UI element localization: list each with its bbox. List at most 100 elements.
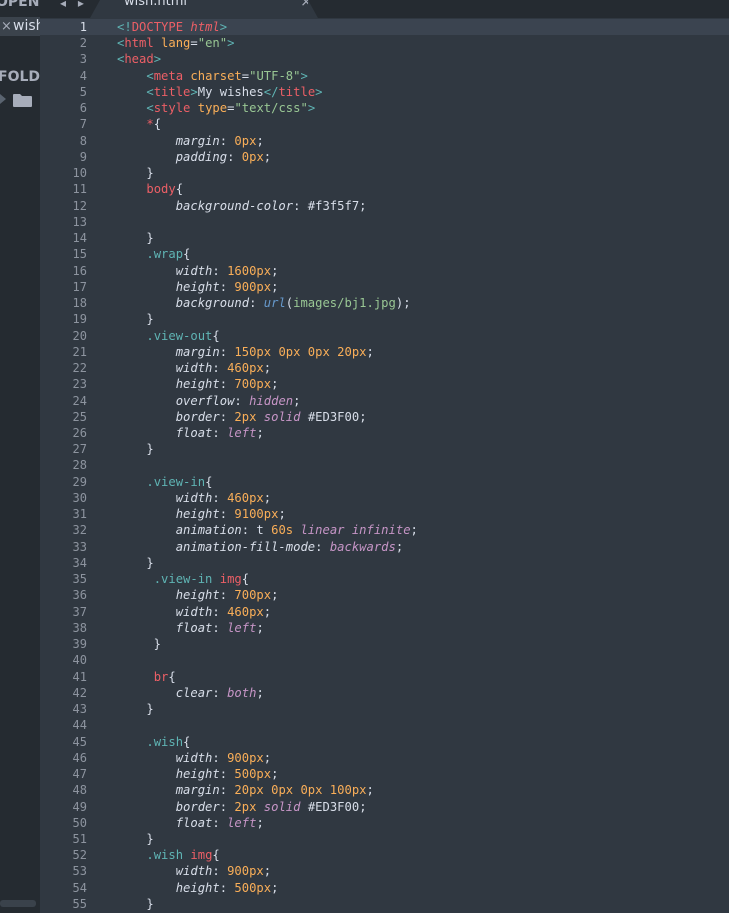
code-token: both	[227, 685, 257, 700]
code-token: *	[146, 117, 154, 132]
code-text: margin: 150px 0px 0px 20px;	[117, 344, 374, 360]
code-token: meta	[153, 68, 191, 83]
line-number: 2	[79, 36, 87, 51]
code-line[interactable]: 2 <html lang="en">	[40, 35, 729, 51]
code-line[interactable]: 9 padding: 0px;	[40, 149, 729, 165]
line-number: 19	[72, 312, 87, 327]
code-line[interactable]: 46 width: 900px;	[40, 750, 729, 766]
code-line[interactable]: 10 }	[40, 165, 729, 181]
code-line[interactable]: 33 animation-fill-mode: backwards;	[40, 539, 729, 555]
code-line[interactable]: 18 background: url(images/bj1.jpg);	[40, 295, 729, 311]
code-line[interactable]: 21 margin: 150px 0px 0px 20px;	[40, 344, 729, 360]
code-line[interactable]: 20 .view-out{	[40, 328, 729, 344]
line-number: 53	[72, 864, 87, 879]
code-line[interactable]: 41 br{	[40, 669, 729, 685]
line-number: 18	[72, 296, 87, 311]
code-line[interactable]: 51 }	[40, 831, 729, 847]
code-token: head	[124, 52, 154, 67]
code-line[interactable]: 39 }	[40, 636, 729, 652]
code-token: =	[190, 36, 198, 51]
tab-close-icon[interactable]: ×	[300, 0, 312, 10]
code-text: <html lang="en">	[117, 35, 234, 51]
code-line[interactable]: 8 margin: 0px;	[40, 133, 729, 149]
line-number: 12	[72, 198, 87, 213]
code-line[interactable]: 43 }	[40, 701, 729, 717]
line-number: 29	[72, 474, 87, 489]
code-line[interactable]: 30 width: 460px;	[40, 490, 729, 506]
chevron-right-icon[interactable]	[0, 94, 6, 104]
code-line[interactable]: 40	[40, 652, 729, 668]
code-token: ;	[293, 393, 301, 408]
code-line[interactable]: 49 border: 2px solid #ED3F00;	[40, 799, 729, 815]
code-text: height: 500px;	[117, 766, 279, 782]
code-text: br{	[117, 669, 176, 685]
code-line[interactable]: 13	[40, 214, 729, 230]
code-line[interactable]: 50 float: left;	[40, 815, 729, 831]
code-line[interactable]: 3 <head>	[40, 51, 729, 67]
code-line[interactable]: 38 float: left;	[40, 620, 729, 636]
code-line[interactable]: 54 height: 500px;	[40, 880, 729, 896]
tab-wish-html[interactable]: wish.html ×	[90, 0, 318, 18]
code-line[interactable]: 19 }	[40, 311, 729, 327]
code-line[interactable]: 17 height: 900px;	[40, 279, 729, 295]
code-token: #f3f5f7	[307, 198, 360, 213]
code-token: {	[153, 117, 162, 132]
line-number: 9	[79, 149, 87, 164]
code-line[interactable]: 42 clear: both;	[40, 685, 729, 701]
close-file-icon[interactable]: ×	[1, 17, 12, 36]
code-line[interactable]: 52 .wish img{	[40, 847, 729, 863]
code-line[interactable]: 36 height: 700px;	[40, 587, 729, 603]
line-number: 17	[72, 279, 87, 294]
code-line[interactable]: 55 }	[40, 896, 729, 912]
code-token: margin	[175, 344, 220, 359]
open-files-header[interactable]: OPEN	[0, 0, 39, 10]
code-line[interactable]: 28	[40, 457, 729, 473]
code-line[interactable]: 48 margin: 20px 0px 0px 100px;	[40, 782, 729, 798]
code-token: >	[300, 68, 308, 83]
code-token: :	[219, 344, 235, 359]
code-line[interactable]: 34 }	[40, 555, 729, 571]
sidebar-scrollbar[interactable]	[0, 900, 36, 907]
code-line[interactable]: 31 height: 9100px;	[40, 506, 729, 522]
code-line[interactable]: 26 float: left;	[40, 425, 729, 441]
code-token: {	[183, 734, 191, 749]
code-line[interactable]: 12 background-color: #f3f5f7;	[40, 198, 729, 214]
code-line[interactable]: 15 .wrap{	[40, 246, 729, 262]
code-line[interactable]: 7 *{	[40, 116, 729, 132]
code-line[interactable]: 27 }	[40, 441, 729, 457]
code-token: ;	[256, 426, 264, 440]
code-line[interactable]: 11 body{	[40, 181, 729, 197]
code-line[interactable]: 6 <style type="text/css">	[40, 100, 729, 116]
code-token: :	[212, 815, 228, 830]
code-text: .view-in{	[117, 474, 212, 490]
code-editor[interactable]: 1 <!DOCTYPE html> 2 <html lang="en"> 3 <head>…	[40, 19, 729, 913]
code-line[interactable]: 14 }	[40, 230, 729, 246]
code-line[interactable]: 47 height: 500px;	[40, 766, 729, 782]
code-line[interactable]: 32 animation: t 60s linear infinite;	[40, 522, 729, 538]
code-line[interactable]: 25 border: 2px solid #ED3F00;	[40, 409, 729, 425]
code-line[interactable]: 1 <!DOCTYPE html>	[40, 19, 729, 36]
code-line[interactable]: 45 .wish{	[40, 734, 729, 750]
code-text: }	[117, 165, 153, 181]
code-token: charset	[190, 68, 242, 83]
code-line[interactable]: 37 width: 460px;	[40, 604, 729, 620]
code-line[interactable]: 16 width: 1600px;	[40, 263, 729, 279]
code-line[interactable]: 53 width: 900px;	[40, 863, 729, 879]
code-line[interactable]: 23 height: 700px;	[40, 376, 729, 392]
code-line[interactable]: 5 <title>My wishes</title>	[40, 84, 729, 100]
code-line[interactable]: 22 width: 460px;	[40, 360, 729, 376]
code-text: margin: 20px 0px 0px 100px;	[117, 782, 374, 798]
code-line[interactable]: 44	[40, 717, 729, 733]
folders-header[interactable]: FOLDERS	[0, 69, 40, 85]
tab-nav-arrows-icon[interactable]: ◂ ▸	[60, 0, 88, 10]
code-line[interactable]: 24 overflow: hidden;	[40, 393, 729, 409]
code-line[interactable]: 29 .view-in{	[40, 474, 729, 490]
folder-icon[interactable]	[13, 94, 32, 107]
code-line[interactable]: 4 <meta charset="UTF-8">	[40, 68, 729, 84]
code-line[interactable]: 35 .view-in img{	[40, 571, 729, 587]
open-file-item[interactable]: × wish.html	[0, 17, 40, 36]
